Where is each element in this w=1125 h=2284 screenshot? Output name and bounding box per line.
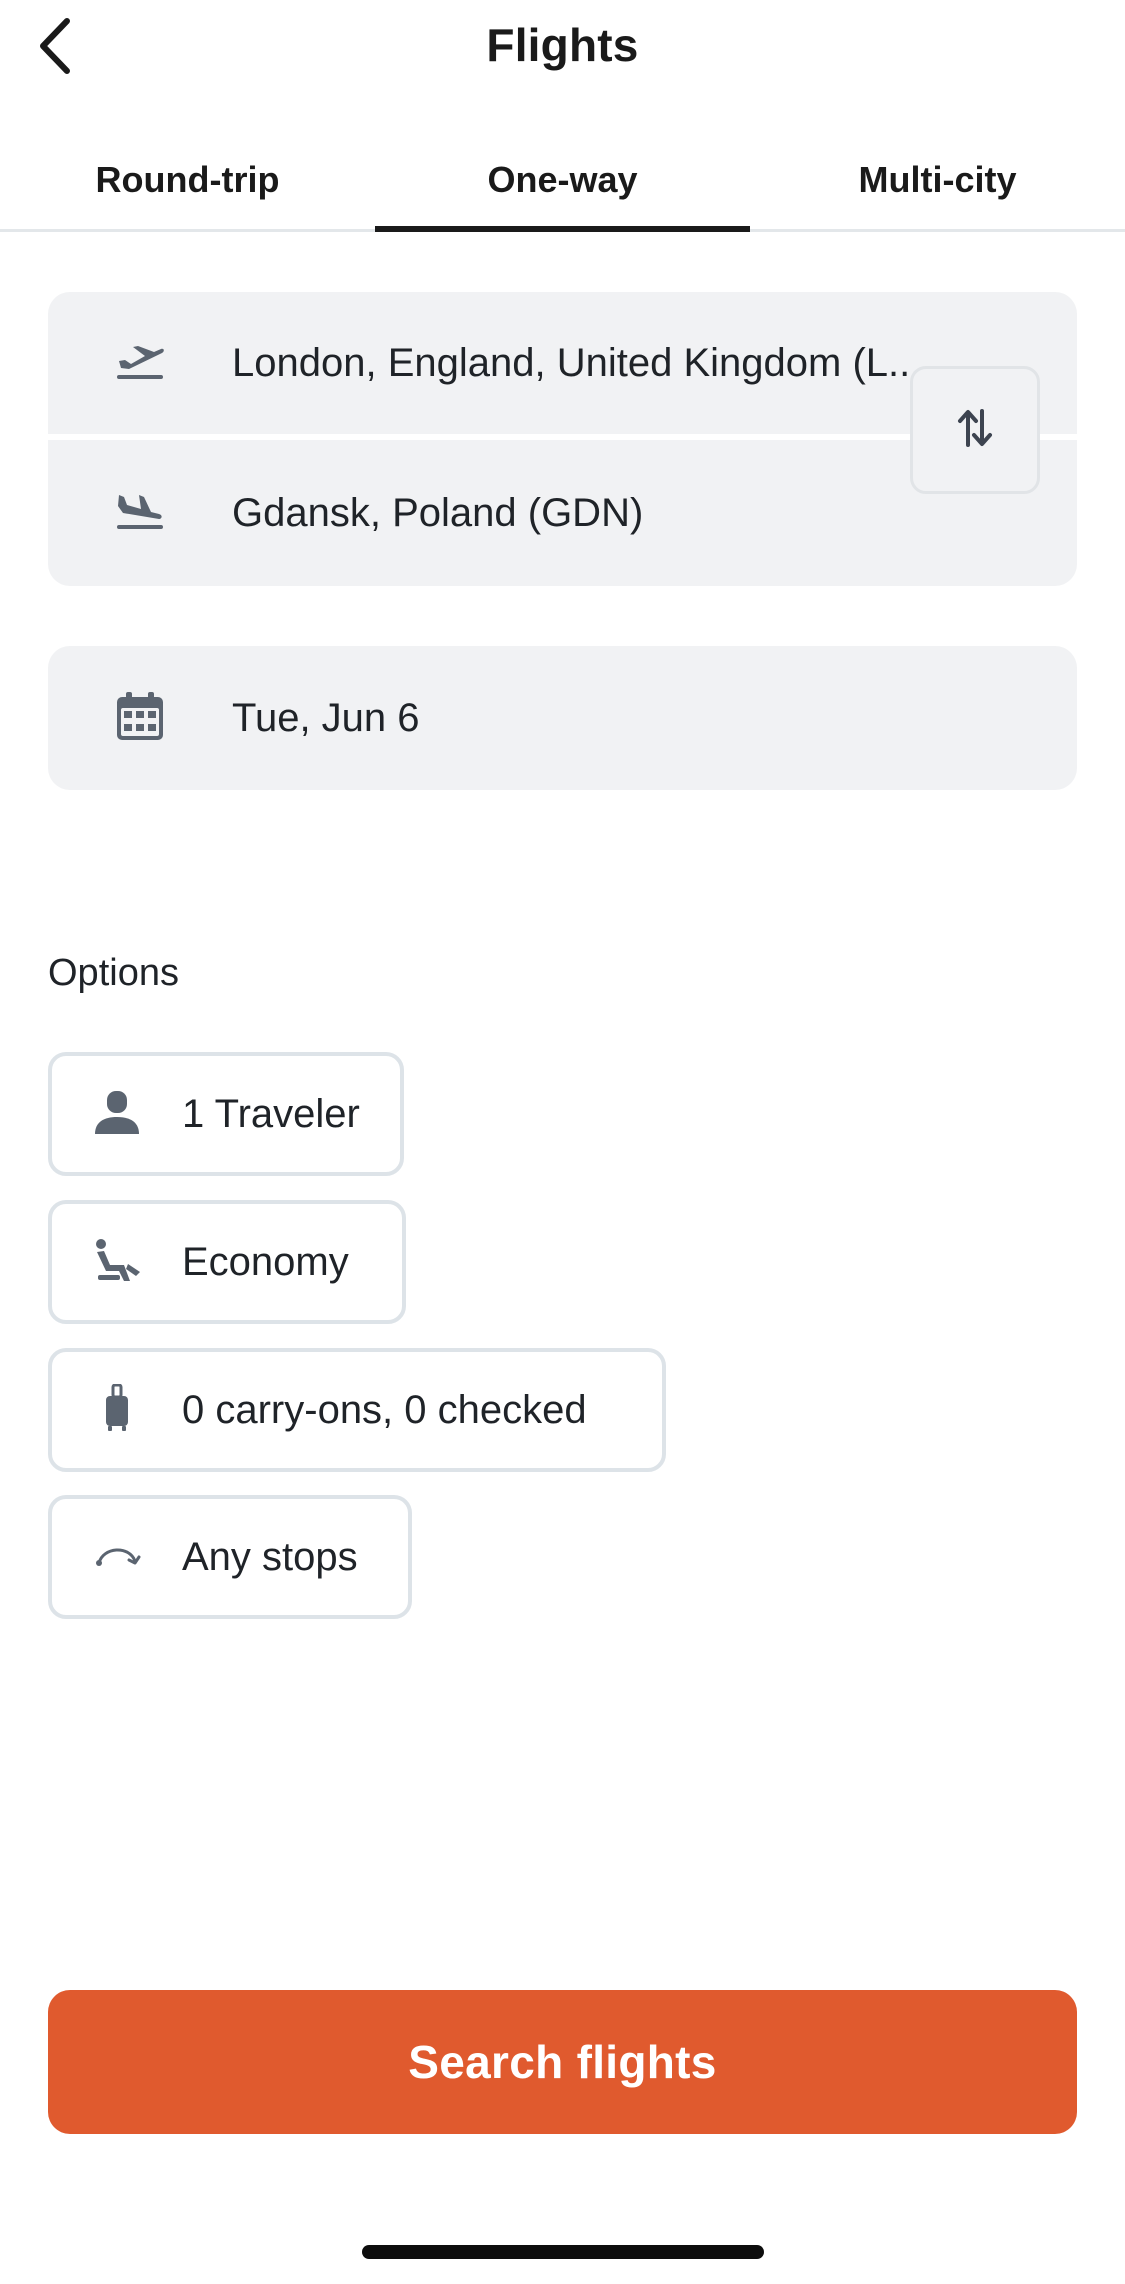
date-value: Tue, Jun 6	[232, 695, 420, 740]
origin-value: London, England, United Kingdom (L...	[232, 340, 922, 385]
home-indicator[interactable]	[362, 2245, 764, 2259]
seat-icon	[92, 1238, 142, 1287]
tab-one-way[interactable]: One-way	[375, 140, 750, 232]
luggage-icon	[103, 1383, 131, 1437]
swap-vertical-icon	[957, 407, 993, 454]
takeoff-icon	[115, 341, 165, 386]
destination-value: Gdansk, Poland (GDN)	[232, 490, 644, 535]
travelers-value: 1 Traveler	[182, 1091, 360, 1136]
calendar-icon	[116, 691, 164, 746]
date-field[interactable]: Tue, Jun 6	[48, 646, 1077, 790]
bags-value: 0 carry-ons, 0 checked	[182, 1387, 587, 1432]
tab-round-trip[interactable]: Round-trip	[0, 140, 375, 229]
person-icon	[94, 1090, 140, 1139]
stops-chip[interactable]: Any stops	[48, 1495, 412, 1619]
search-flights-button[interactable]: Search flights	[48, 1990, 1077, 2134]
flights-search-screen: Flights Round-trip One-way Multi-city Lo…	[0, 0, 1125, 2284]
cabin-class-chip[interactable]: Economy	[48, 1200, 406, 1324]
bags-chip[interactable]: 0 carry-ons, 0 checked	[48, 1348, 666, 1472]
page-title: Flights	[486, 19, 639, 71]
stops-arc-icon	[93, 1541, 141, 1574]
travelers-chip[interactable]: 1 Traveler	[48, 1052, 404, 1176]
cabin-class-value: Economy	[182, 1239, 349, 1284]
swap-button[interactable]	[910, 366, 1040, 494]
options-heading: Options	[48, 952, 179, 994]
tab-multi-city[interactable]: Multi-city	[750, 140, 1125, 229]
stops-value: Any stops	[182, 1534, 358, 1579]
trip-type-tabs: Round-trip One-way Multi-city	[0, 140, 1125, 232]
landing-icon	[115, 491, 165, 536]
header: Flights	[0, 0, 1125, 100]
